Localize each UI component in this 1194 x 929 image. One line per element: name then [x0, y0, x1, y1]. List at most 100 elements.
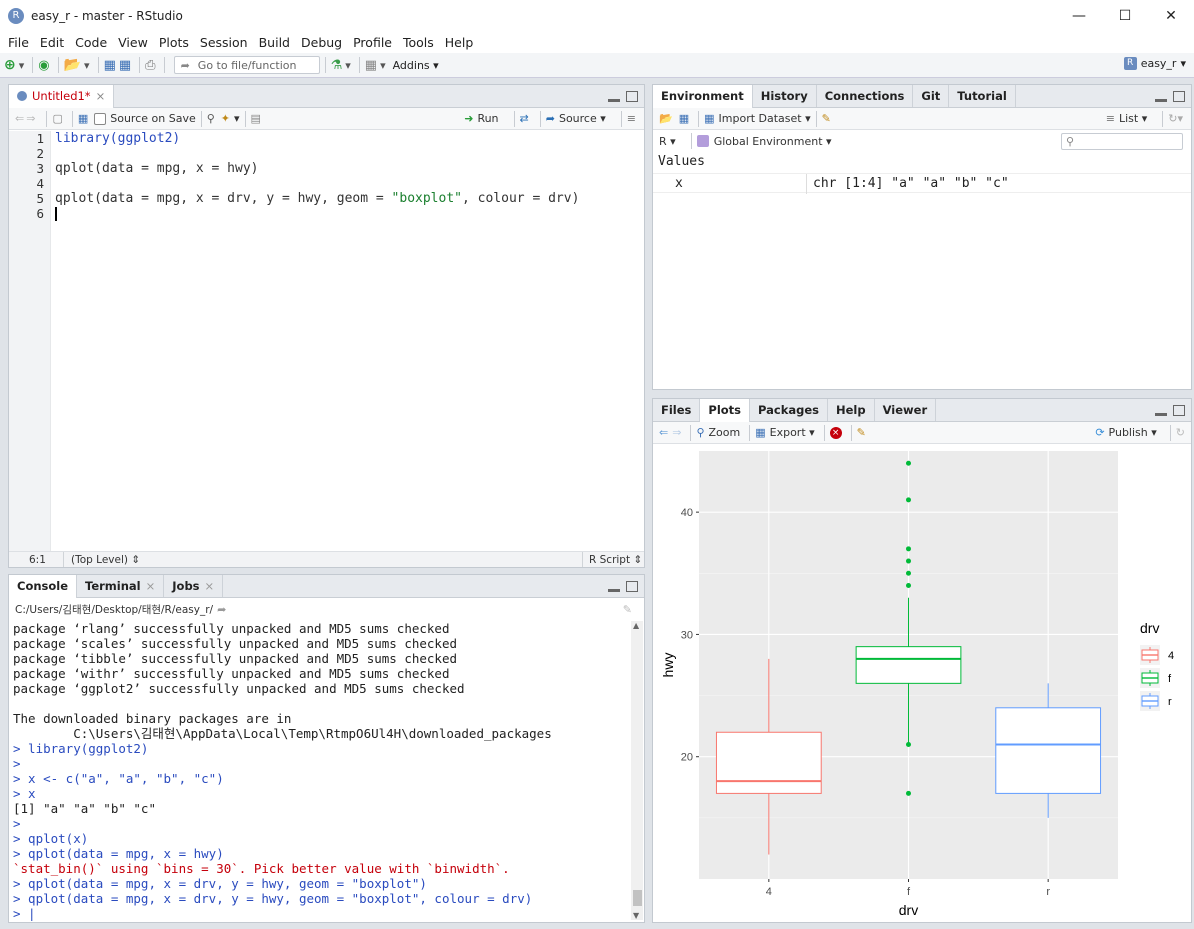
environment-search-input[interactable]: ⚲: [1061, 132, 1183, 150]
zoom-button[interactable]: ⚲ Zoom: [696, 426, 740, 439]
maximize-pane-icon[interactable]: [626, 91, 638, 102]
save-icon[interactable]: ▦: [104, 56, 116, 74]
dropdown-icon[interactable]: ▾: [345, 56, 351, 74]
maximize-pane-icon[interactable]: [626, 581, 638, 592]
save-icon[interactable]: ▦: [78, 112, 88, 125]
tab-help[interactable]: Help: [828, 399, 875, 421]
load-workspace-icon[interactable]: 📂: [659, 112, 673, 125]
show-in-window-icon[interactable]: ▢: [52, 112, 62, 125]
menu-edit[interactable]: Edit: [35, 35, 69, 50]
global-environment-selector[interactable]: Global Environment ▾: [696, 135, 832, 148]
minimize-pane-icon[interactable]: [608, 96, 620, 102]
clear-console-broom-icon[interactable]: ✎: [623, 603, 632, 616]
document-outline-icon[interactable]: ≡: [627, 112, 636, 125]
menu-profile[interactable]: Profile: [348, 35, 397, 50]
menu-code[interactable]: Code: [70, 35, 112, 50]
language-selector[interactable]: R ▾: [659, 135, 676, 148]
clear-workspace-broom-icon[interactable]: ✎: [822, 112, 831, 125]
menu-view[interactable]: View: [113, 35, 153, 50]
tab-console[interactable]: Console: [9, 575, 78, 598]
export-button[interactable]: ▦ Export ▾: [755, 426, 814, 439]
minimize-icon[interactable]: —: [1056, 0, 1102, 31]
tab-plots[interactable]: Plots: [700, 399, 751, 422]
code-tools-wand-icon[interactable]: ✦: [221, 112, 230, 125]
run-button[interactable]: ➜ Run: [464, 112, 498, 125]
go-to-file-input[interactable]: ➦ Go to file/function: [173, 56, 320, 74]
menu-build[interactable]: Build: [254, 35, 295, 50]
tab-terminal[interactable]: Terminal ×: [77, 575, 165, 597]
source-on-save-checkbox[interactable]: [94, 112, 107, 125]
tab-untitled1[interactable]: Untitled1* ×: [9, 85, 115, 108]
console-output[interactable]: package ‘rlang’ successfully unpacked an…: [13, 621, 630, 922]
menu-plots[interactable]: Plots: [154, 35, 194, 50]
tab-files[interactable]: Files: [653, 399, 701, 421]
source-button[interactable]: ➦ Source ▾: [546, 112, 606, 125]
tab-git[interactable]: Git: [913, 85, 950, 107]
previous-plot-icon[interactable]: ⇐: [659, 426, 668, 439]
files-tab-strip: Files Plots Packages Help Viewer: [653, 399, 1191, 422]
working-directory[interactable]: C:/Users/김태현/Desktop/태현/R/easy_r/: [15, 602, 213, 617]
project-menu[interactable]: R easy_r ▾: [1123, 57, 1186, 70]
menu-session[interactable]: Session: [195, 35, 253, 50]
next-plot-icon[interactable]: ⇒: [672, 426, 681, 439]
dropdown-icon[interactable]: ▾: [234, 112, 240, 125]
dropdown-icon[interactable]: ▾: [84, 56, 90, 74]
new-file-icon[interactable]: ⊕: [4, 56, 16, 74]
version-control-icon[interactable]: ⚗: [331, 56, 343, 74]
maximize-pane-icon[interactable]: [1173, 91, 1185, 102]
compile-report-icon[interactable]: ▤: [251, 112, 261, 125]
minimize-pane-icon[interactable]: [608, 586, 620, 592]
go-to-directory-icon[interactable]: ➦: [217, 603, 226, 616]
save-workspace-icon[interactable]: ▦: [679, 112, 689, 125]
menu-help[interactable]: Help: [440, 35, 479, 50]
save-all-icon[interactable]: ▦: [119, 56, 131, 74]
clear-plots-broom-icon[interactable]: ✎: [857, 426, 866, 439]
scroll-down-icon[interactable]: ▼: [633, 911, 639, 920]
file-type-selector[interactable]: R Script ⇕: [589, 554, 642, 566]
search-icon[interactable]: ⚲: [207, 112, 215, 125]
menu-debug[interactable]: Debug: [296, 35, 347, 50]
publish-button[interactable]: ⟳ Publish ▾: [1095, 426, 1156, 439]
publish-icon: ⟳: [1095, 426, 1105, 439]
console-scrollbar[interactable]: ▲ ▼: [631, 621, 643, 920]
tab-close-icon[interactable]: ×: [146, 579, 156, 593]
list-view-selector[interactable]: ≡ List ▾: [1106, 112, 1147, 125]
menu-file[interactable]: File: [3, 35, 34, 50]
tab-close-icon[interactable]: ×: [96, 89, 106, 103]
dropdown-icon[interactable]: ▾: [380, 56, 386, 74]
minimize-pane-icon[interactable]: [1155, 96, 1167, 102]
tab-history[interactable]: History: [753, 85, 817, 107]
tab-environment[interactable]: Environment: [653, 85, 753, 108]
tab-viewer[interactable]: Viewer: [875, 399, 937, 421]
import-dataset-button[interactable]: ▦ Import Dataset ▾: [704, 112, 811, 125]
refresh-icon[interactable]: ↻▾: [1168, 112, 1183, 125]
code-line: qplot(data = mpg, x = drv, y = hwy, geom…: [55, 191, 579, 206]
scrollbar-thumb[interactable]: [633, 890, 642, 906]
menu-tools[interactable]: Tools: [398, 35, 439, 50]
remove-plot-icon[interactable]: ×: [829, 426, 842, 439]
open-folder-icon[interactable]: 📂: [64, 56, 81, 74]
rerun-icon[interactable]: ⇄: [520, 112, 529, 125]
tab-jobs[interactable]: Jobs ×: [164, 575, 224, 597]
maximize-pane-icon[interactable]: [1173, 405, 1185, 416]
scope-selector[interactable]: (Top Level) ⇕: [71, 554, 140, 566]
code-editor[interactable]: library(ggplot2) qplot(data = mpg, x = h…: [51, 131, 644, 551]
print-icon[interactable]: ⎙: [145, 56, 155, 74]
tab-tutorial[interactable]: Tutorial: [949, 85, 1016, 107]
forward-arrow-icon[interactable]: ⇒: [26, 112, 35, 125]
close-icon[interactable]: ✕: [1148, 0, 1194, 31]
tab-packages[interactable]: Packages: [750, 399, 828, 421]
tab-close-icon[interactable]: ×: [205, 579, 215, 593]
dropdown-icon[interactable]: ▾: [19, 56, 25, 74]
minimize-pane-icon[interactable]: [1155, 410, 1167, 416]
refresh-icon[interactable]: ↻: [1176, 426, 1185, 439]
maximize-icon[interactable]: ☐: [1102, 0, 1148, 31]
tab-connections[interactable]: Connections: [817, 85, 914, 107]
addins-menu[interactable]: Addins ▾: [393, 56, 439, 74]
console-window-controls: [608, 581, 638, 592]
back-arrow-icon[interactable]: ⇐: [15, 112, 24, 125]
new-project-icon[interactable]: ◉: [38, 56, 49, 74]
grid-layout-icon[interactable]: ▦: [365, 56, 377, 74]
scroll-up-icon[interactable]: ▲: [633, 621, 639, 630]
environment-row[interactable]: x chr [1:4] "a" "a" "b" "c": [653, 173, 1191, 194]
